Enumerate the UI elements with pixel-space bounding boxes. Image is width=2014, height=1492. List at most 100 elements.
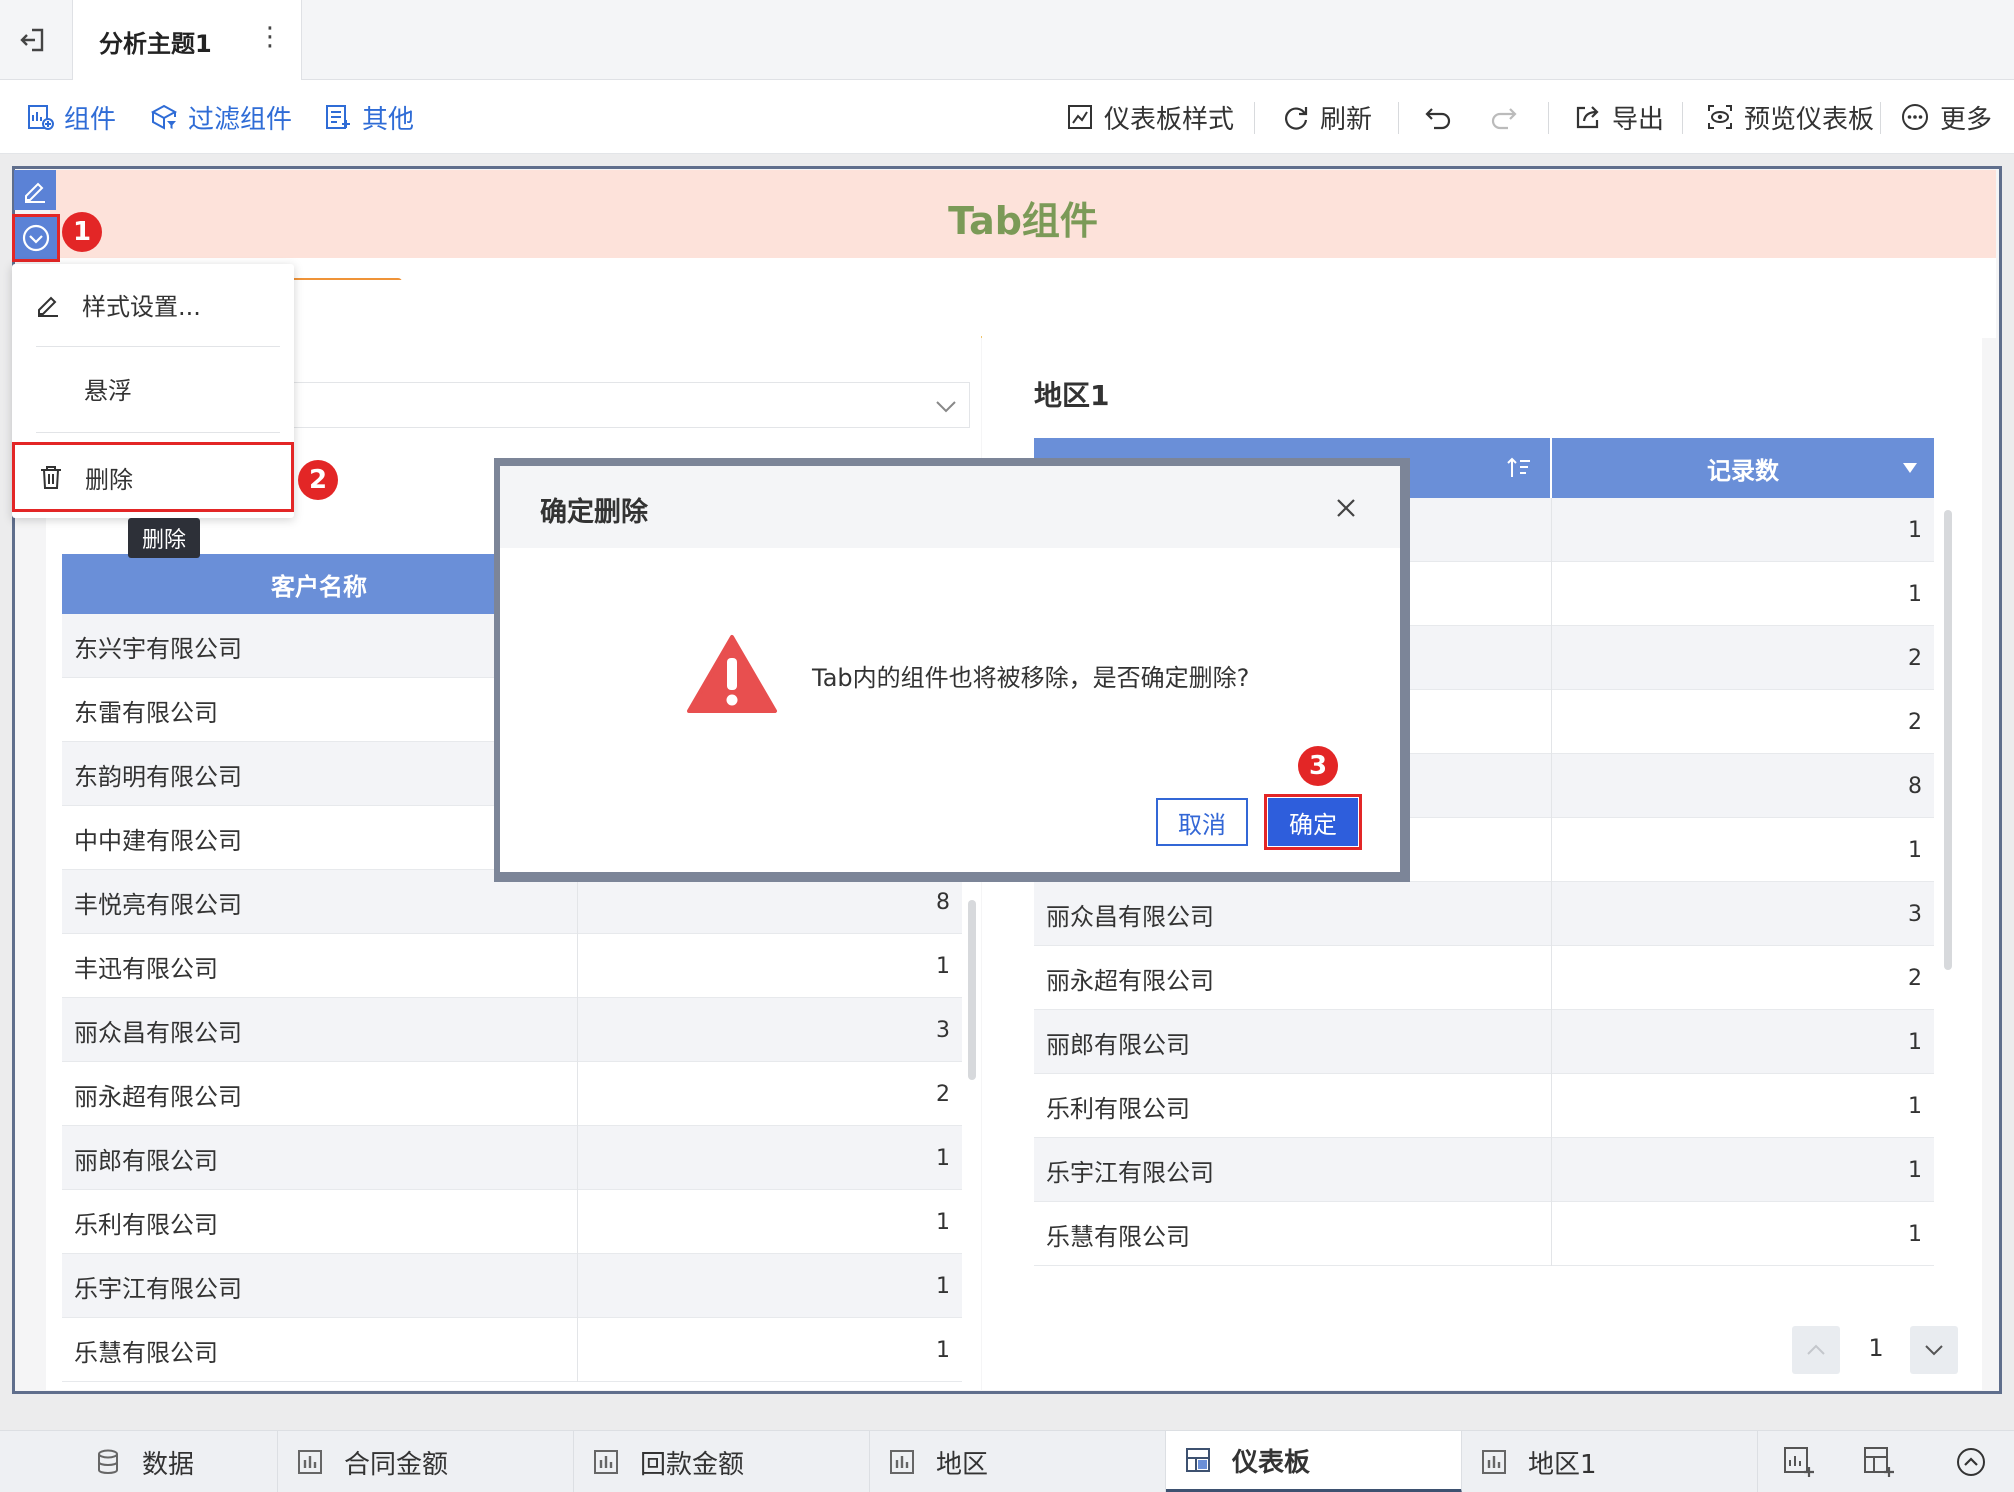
close-icon[interactable]: [1330, 492, 1362, 524]
cell-record-count: 1: [936, 953, 950, 979]
cell-customer-name: 乐慧有限公司: [62, 1318, 578, 1382]
menu-item-style-settings[interactable]: 样式设置...: [12, 264, 294, 344]
chevron-circle-icon: [22, 224, 50, 252]
cell-record-count: 8: [1908, 773, 1922, 799]
tab-contract-amount[interactable]: 合同金额: [278, 1431, 574, 1492]
table-row[interactable]: 乐慧有限公司 1: [1034, 1202, 1934, 1266]
cell-customer-name: 丽郎有限公司: [62, 1126, 578, 1190]
right-scrollbar[interactable]: [1944, 510, 1952, 970]
component-icon: [28, 105, 54, 130]
tab-component-header: Tab组件: [50, 170, 1996, 258]
tab-dashboard[interactable]: 仪表板: [1166, 1431, 1462, 1492]
exit-icon[interactable]: [18, 24, 50, 56]
chart-icon: [890, 1450, 914, 1474]
cell-record-count: 1: [1908, 1093, 1922, 1119]
cell-record-count: 1: [1908, 837, 1922, 863]
cell-record-count: 1: [936, 1273, 950, 1299]
add-dashboard-icon[interactable]: [1862, 1445, 1896, 1479]
menu-divider: [36, 432, 280, 433]
trash-icon: [41, 466, 61, 489]
component-button[interactable]: 组件: [26, 80, 116, 154]
add-component-icon[interactable]: [1782, 1445, 1816, 1479]
step-badge-3: 3: [1298, 746, 1338, 786]
tab-region[interactable]: 地区: [870, 1431, 1166, 1492]
warning-icon: [686, 634, 778, 714]
component-edit-button[interactable]: [14, 170, 56, 210]
export-button[interactable]: 导出: [1574, 80, 1664, 154]
caret-down-icon: [1903, 463, 1917, 473]
record-count-label: 记录数: [1707, 456, 1779, 485]
dialog-title: 确定删除: [540, 497, 648, 528]
filter-component-icon: [150, 104, 178, 130]
cell-customer-name: 丽众昌有限公司: [62, 998, 578, 1062]
menu-item-delete[interactable]: 删除: [12, 442, 294, 512]
cancel-button[interactable]: 取消: [1156, 798, 1248, 846]
toolbar: 组件 过滤组件 其他 仪表板样式 刷新 导出 预览仪表板 更多: [0, 80, 2014, 154]
cell-customer-name: 丽郎有限公司: [1034, 1010, 1552, 1074]
tab-label: 仪表板: [1232, 1447, 1311, 1478]
chevron-down-icon[interactable]: [933, 393, 959, 419]
table-row[interactable]: 乐宇江有限公司 1: [1034, 1138, 1934, 1202]
collapse-up-icon[interactable]: [1954, 1445, 1988, 1479]
table-row[interactable]: 丽郎有限公司 1: [62, 1126, 962, 1190]
table-row[interactable]: 丽永超有限公司 2: [62, 1062, 962, 1126]
table-row[interactable]: 丽众昌有限公司 3: [62, 998, 962, 1062]
tab-payment-amount[interactable]: 回款金额: [574, 1431, 870, 1492]
undo-button[interactable]: [1424, 80, 1464, 154]
filter-component-label: 过滤组件: [188, 104, 293, 135]
table-row[interactable]: 丽众昌有限公司 3: [1034, 882, 1934, 946]
table-row[interactable]: 丽永超有限公司 2: [1034, 946, 1934, 1010]
cell-record-count: 1: [936, 1209, 950, 1235]
preview-dashboard-button[interactable]: 预览仪表板: [1706, 80, 1874, 154]
cell-customer-name: 丽众昌有限公司: [1034, 882, 1552, 946]
confirm-delete-dialog: 确定删除 Tab内的组件也将被移除，是否确定删除? 取消 确定 3: [500, 466, 1400, 872]
menu-divider: [36, 346, 280, 347]
chart-icon: [594, 1450, 618, 1474]
chevron-up-icon: [1807, 1344, 1825, 1355]
toolbar-divider: [1398, 102, 1399, 134]
menu-item-float[interactable]: 悬浮: [12, 348, 294, 428]
cell-record-count: 2: [1908, 709, 1922, 735]
tab-label: 合同金额: [344, 1449, 449, 1480]
component-menu: 样式设置... 悬浮 删除: [12, 264, 294, 518]
filter-select[interactable]: [260, 382, 970, 428]
table-row[interactable]: 乐慧有限公司 1: [62, 1318, 962, 1382]
left-scrollbar[interactable]: [968, 900, 976, 1080]
cell-record-count: 2: [936, 1081, 950, 1107]
prev-page-button[interactable]: [1792, 1326, 1840, 1374]
edit-icon: [25, 182, 45, 203]
more-button[interactable]: 更多: [1900, 80, 1992, 154]
theme-title: 分析主题1: [99, 30, 212, 58]
confirm-button[interactable]: 确定: [1268, 798, 1358, 846]
database-icon: [98, 1449, 118, 1474]
table-row[interactable]: 丽郎有限公司 1: [1034, 1010, 1934, 1074]
undo-icon: [1425, 108, 1451, 130]
tab-data[interactable]: 数据: [0, 1431, 278, 1492]
edit-icon: [38, 296, 58, 317]
redo-button[interactable]: [1488, 80, 1528, 154]
table-row[interactable]: 乐利有限公司 1: [62, 1190, 962, 1254]
next-page-button[interactable]: [1910, 1326, 1958, 1374]
refresh-button[interactable]: 刷新: [1282, 80, 1372, 154]
tab-region-1[interactable]: 地区1: [1462, 1431, 1758, 1492]
chart-icon: [1482, 1450, 1506, 1474]
component-dropdown-button[interactable]: [12, 214, 60, 262]
dashboard-style-icon: [1068, 105, 1092, 129]
toolbar-divider: [1682, 102, 1683, 134]
menu-item-label: 悬浮: [84, 376, 132, 405]
filter-component-button[interactable]: 过滤组件: [150, 80, 292, 154]
dashboard-style-button[interactable]: 仪表板样式: [1066, 80, 1234, 154]
column-header-label: 客户名称: [271, 572, 367, 601]
cell-record-count: 2: [1908, 645, 1922, 671]
dialog-header: 确定删除: [500, 466, 1400, 548]
cell-customer-name: 乐宇江有限公司: [62, 1254, 578, 1318]
delete-tooltip: 删除: [128, 518, 200, 558]
tab-label: 地区1: [1528, 1449, 1597, 1480]
other-button[interactable]: 其他: [324, 80, 414, 154]
table-row[interactable]: 丰迅有限公司 1: [62, 934, 962, 998]
theme-more-icon[interactable]: ⋮: [257, 22, 283, 52]
table-row[interactable]: 乐利有限公司 1: [1034, 1074, 1934, 1138]
table-row[interactable]: 乐宇江有限公司 1: [62, 1254, 962, 1318]
analysis-theme-tab[interactable]: 分析主题1 ⋮: [72, 0, 302, 80]
column-header-record-count[interactable]: 记录数: [1552, 438, 1934, 498]
